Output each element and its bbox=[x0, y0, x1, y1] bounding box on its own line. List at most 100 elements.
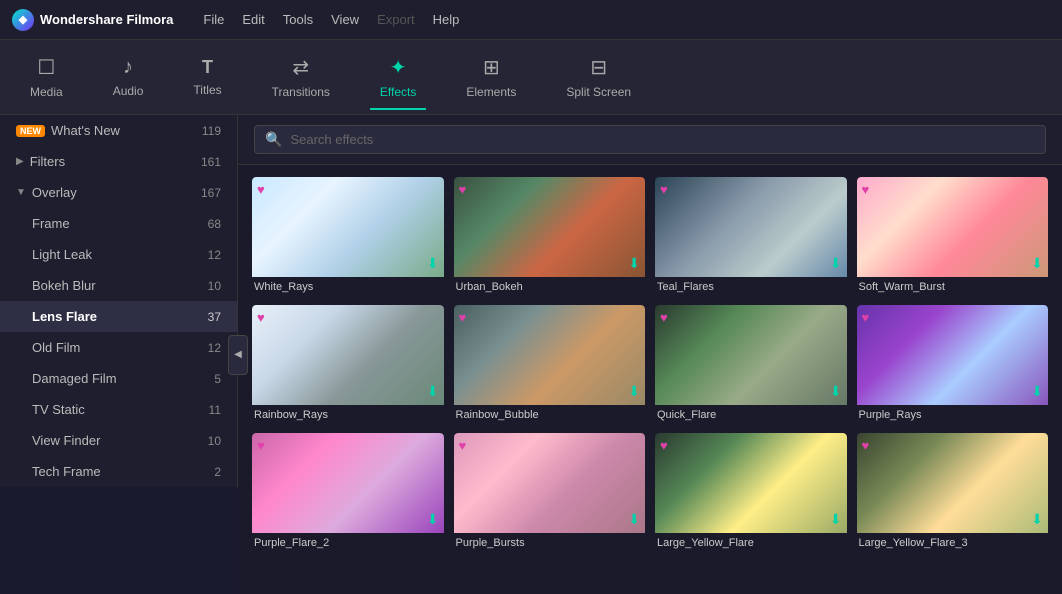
sidebar-item-view-finder[interactable]: View Finder 10 bbox=[0, 425, 237, 456]
effect-label-teal-flares: Teal_Flares bbox=[655, 277, 847, 295]
sidebar-item-whats-new-count: 119 bbox=[202, 124, 221, 138]
download-icon-teal-flares: ⬇ bbox=[830, 255, 842, 272]
sidebar-item-damaged-film-count: 5 bbox=[214, 372, 221, 386]
tab-audio[interactable]: ♪ Audio bbox=[103, 48, 154, 106]
sidebar-item-tech-frame-label: Tech Frame bbox=[32, 464, 214, 479]
heart-icon-rainbow-rays: ♥ bbox=[257, 310, 265, 325]
menu-view[interactable]: View bbox=[331, 12, 359, 27]
download-icon-urban-bokeh: ⬇ bbox=[628, 255, 640, 272]
tab-media[interactable]: ☐ Media bbox=[20, 47, 73, 107]
effect-label-large-yellow-flare: Large_Yellow_Flare bbox=[655, 533, 847, 551]
tab-elements[interactable]: ⊞ Elements bbox=[456, 47, 526, 107]
search-box: 🔍 bbox=[254, 125, 1046, 154]
heart-icon-white-rays: ♥ bbox=[257, 182, 265, 197]
tab-effects[interactable]: ✦ Effects bbox=[370, 47, 426, 107]
search-icon: 🔍 bbox=[265, 131, 282, 148]
sidebar-item-old-film[interactable]: Old Film 12 bbox=[0, 332, 237, 363]
download-icon-large-yellow-flare: ⬇ bbox=[830, 511, 842, 528]
sidebar-item-tech-frame-count: 2 bbox=[214, 465, 221, 479]
tab-split-screen[interactable]: ⊟ Split Screen bbox=[556, 47, 641, 107]
download-icon-quick-flare: ⬇ bbox=[830, 383, 842, 400]
effect-label-rainbow-bubble: Rainbow_Bubble bbox=[454, 405, 646, 423]
effect-thumb-large-yellow-flare3: ♥ ⬇ bbox=[857, 433, 1049, 533]
transitions-icon: ⇄ bbox=[292, 55, 309, 80]
sidebar-item-tv-static[interactable]: TV Static 11 bbox=[0, 394, 237, 425]
sidebar-item-lens-flare[interactable]: Lens Flare 37 bbox=[0, 301, 237, 332]
elements-icon: ⊞ bbox=[483, 55, 500, 80]
effect-label-purple-bursts: Purple_Bursts bbox=[454, 533, 646, 551]
effect-card-purple-bursts[interactable]: ♥ ⬇ Purple_Bursts bbox=[454, 433, 646, 551]
effect-card-purple-flare2[interactable]: ♥ ⬇ Purple_Flare_2 bbox=[252, 433, 444, 551]
sidebar-item-view-finder-count: 10 bbox=[208, 434, 221, 448]
effect-label-rainbow-rays: Rainbow_Rays bbox=[252, 405, 444, 423]
effects-grid: ♥ ⬇ White_Rays ♥ ⬇ Urban_Bokeh ♥ ⬇ Teal_… bbox=[238, 165, 1062, 594]
app-name: Wondershare Filmora bbox=[40, 12, 173, 27]
sidebar-item-bokeh-blur[interactable]: Bokeh Blur 10 bbox=[0, 270, 237, 301]
menu-items: File Edit Tools View Export Help bbox=[203, 12, 459, 27]
download-icon-purple-flare2: ⬇ bbox=[427, 511, 439, 528]
effect-label-soft-warm-burst: Soft_Warm_Burst bbox=[857, 277, 1049, 295]
effect-label-purple-flare2: Purple_Flare_2 bbox=[252, 533, 444, 551]
sidebar-item-bokeh-blur-count: 10 bbox=[208, 279, 221, 293]
sidebar-item-filters-label: Filters bbox=[30, 154, 201, 169]
sidebar-item-overlay[interactable]: ▼ Overlay 167 bbox=[0, 177, 237, 208]
sidebar-item-frame-count: 68 bbox=[208, 217, 221, 231]
effect-card-teal-flares[interactable]: ♥ ⬇ Teal_Flares bbox=[655, 177, 847, 295]
effect-card-soft-warm-burst[interactable]: ♥ ⬇ Soft_Warm_Burst bbox=[857, 177, 1049, 295]
main-panel: What's New 119 ▶ Filters 161 ▼ Overlay 1… bbox=[0, 115, 1062, 594]
tab-split-screen-label: Split Screen bbox=[566, 85, 631, 99]
menu-help[interactable]: Help bbox=[433, 12, 460, 27]
sidebar-item-whats-new-label: What's New bbox=[51, 123, 202, 138]
heart-icon-rainbow-bubble: ♥ bbox=[459, 310, 467, 325]
heart-icon-large-yellow-flare3: ♥ bbox=[862, 438, 870, 453]
sidebar-item-overlay-count: 167 bbox=[201, 186, 221, 200]
effect-card-large-yellow-flare[interactable]: ♥ ⬇ Large_Yellow_Flare bbox=[655, 433, 847, 551]
sidebar-item-filters-count: 161 bbox=[201, 155, 221, 169]
download-icon-purple-bursts: ⬇ bbox=[628, 511, 640, 528]
effect-card-rainbow-bubble[interactable]: ♥ ⬇ Rainbow_Bubble bbox=[454, 305, 646, 423]
filters-arrow: ▶ bbox=[16, 156, 24, 167]
effect-thumb-rainbow-rays: ♥ ⬇ bbox=[252, 305, 444, 405]
effect-thumb-purple-rays: ♥ ⬇ bbox=[857, 305, 1049, 405]
app-logo: ◆ Wondershare Filmora bbox=[12, 9, 173, 31]
tab-elements-label: Elements bbox=[466, 85, 516, 99]
menu-edit[interactable]: Edit bbox=[242, 12, 264, 27]
effect-card-white-rays[interactable]: ♥ ⬇ White_Rays bbox=[252, 177, 444, 295]
tab-transitions-label: Transitions bbox=[272, 85, 330, 99]
menu-export: Export bbox=[377, 12, 415, 27]
sidebar-collapse-button[interactable]: ◀ bbox=[228, 335, 248, 375]
nav-tabs: ☐ Media ♪ Audio T Titles ⇄ Transitions ✦… bbox=[0, 40, 1062, 115]
effect-card-large-yellow-flare3[interactable]: ♥ ⬇ Large_Yellow_Flare_3 bbox=[857, 433, 1049, 551]
sidebar-item-tv-static-label: TV Static bbox=[32, 402, 209, 417]
heart-icon-purple-bursts: ♥ bbox=[459, 438, 467, 453]
effect-thumb-rainbow-bubble: ♥ ⬇ bbox=[454, 305, 646, 405]
download-icon-purple-rays: ⬇ bbox=[1031, 383, 1043, 400]
menu-tools[interactable]: Tools bbox=[283, 12, 313, 27]
effect-label-quick-flare: Quick_Flare bbox=[655, 405, 847, 423]
sidebar: What's New 119 ▶ Filters 161 ▼ Overlay 1… bbox=[0, 115, 238, 487]
sidebar-item-whats-new[interactable]: What's New 119 bbox=[0, 115, 237, 146]
effect-label-large-yellow-flare3: Large_Yellow_Flare_3 bbox=[857, 533, 1049, 551]
download-icon-rainbow-bubble: ⬇ bbox=[628, 383, 640, 400]
effect-card-urban-bokeh[interactable]: ♥ ⬇ Urban_Bokeh bbox=[454, 177, 646, 295]
sidebar-item-tv-static-count: 11 bbox=[209, 403, 221, 417]
menu-file[interactable]: File bbox=[203, 12, 224, 27]
download-icon-large-yellow-flare3: ⬇ bbox=[1031, 511, 1043, 528]
top-menu-bar: ◆ Wondershare Filmora File Edit Tools Vi… bbox=[0, 0, 1062, 40]
tab-titles[interactable]: T Titles bbox=[183, 49, 231, 105]
sidebar-item-light-leak[interactable]: Light Leak 12 bbox=[0, 239, 237, 270]
effect-card-rainbow-rays[interactable]: ♥ ⬇ Rainbow_Rays bbox=[252, 305, 444, 423]
sidebar-item-tech-frame[interactable]: Tech Frame 2 bbox=[0, 456, 237, 487]
heart-icon-soft-warm-burst: ♥ bbox=[862, 182, 870, 197]
sidebar-item-filters[interactable]: ▶ Filters 161 bbox=[0, 146, 237, 177]
sidebar-item-frame[interactable]: Frame 68 bbox=[0, 208, 237, 239]
search-input[interactable] bbox=[290, 132, 1035, 147]
tab-transitions[interactable]: ⇄ Transitions bbox=[262, 47, 340, 107]
heart-icon-quick-flare: ♥ bbox=[660, 310, 668, 325]
sidebar-item-lens-flare-count: 37 bbox=[208, 310, 221, 324]
media-icon: ☐ bbox=[37, 55, 55, 80]
effect-label-urban-bokeh: Urban_Bokeh bbox=[454, 277, 646, 295]
effect-card-quick-flare[interactable]: ♥ ⬇ Quick_Flare bbox=[655, 305, 847, 423]
effect-card-purple-rays[interactable]: ♥ ⬇ Purple_Rays bbox=[857, 305, 1049, 423]
sidebar-item-damaged-film[interactable]: Damaged Film 5 bbox=[0, 363, 237, 394]
